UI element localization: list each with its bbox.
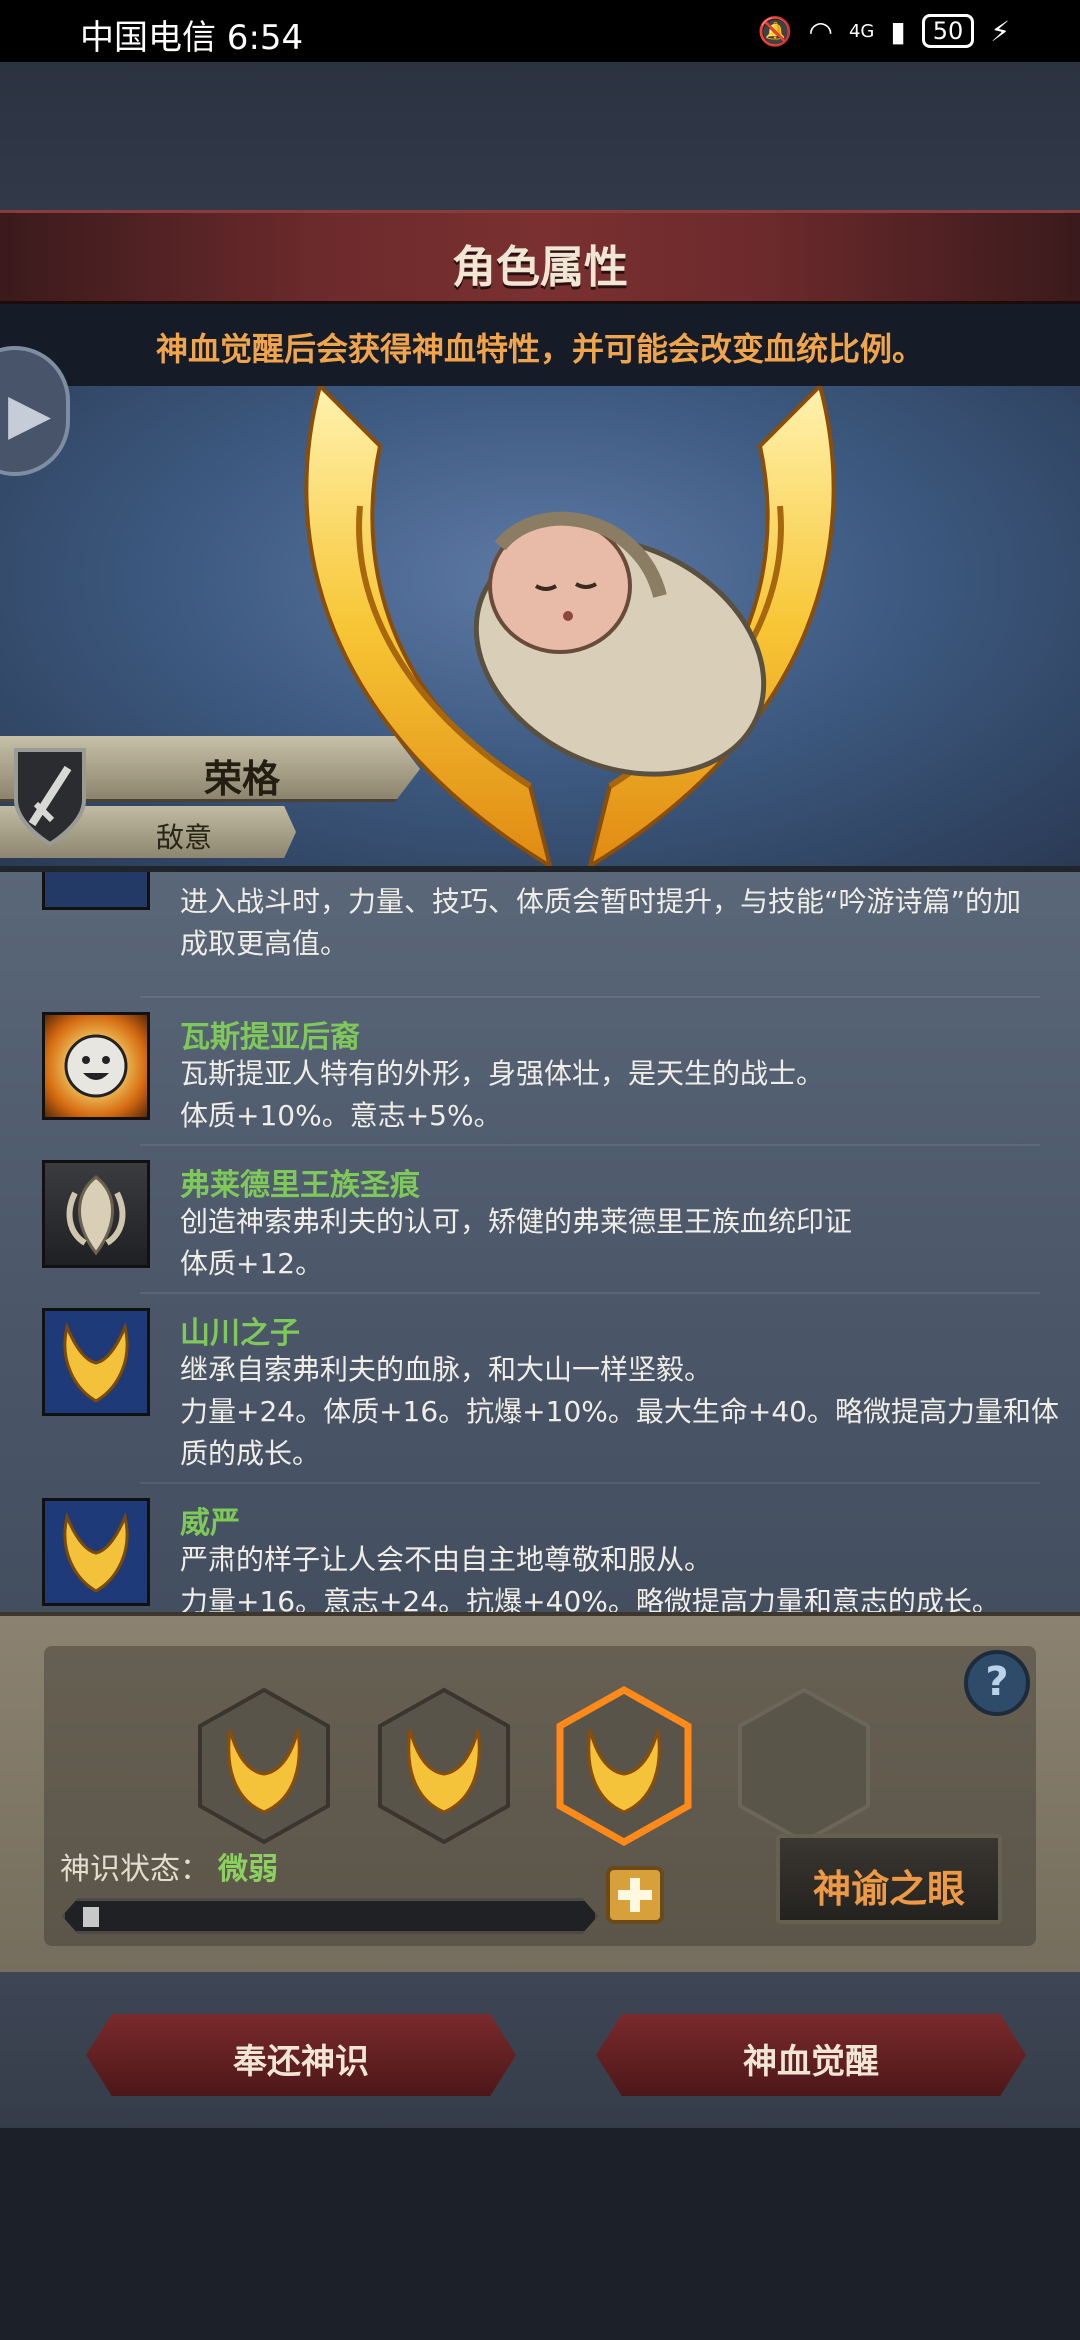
trait-description: 瓦斯提亚人特有的外形，身强体壮，是天生的战士。 (180, 1057, 825, 1090)
mute-icon: 🔕 (757, 14, 793, 48)
divider (140, 1292, 1040, 1294)
battery-indicator: 50 (921, 14, 975, 48)
trait-description: 体质+12。 (180, 1247, 324, 1280)
trait-description: 严肃的样子让人会不由自主地尊敬和服从。 (180, 1543, 713, 1576)
progress-fill (83, 1907, 99, 1927)
trait-name: 瓦斯提亚后裔 (180, 1020, 360, 1055)
carrier-time: 中国电信 6:54 (80, 18, 304, 58)
title-bar: 角色属性 (0, 210, 1080, 304)
divider (140, 996, 1040, 998)
shield-sword-icon (14, 748, 86, 847)
hint-strip: 神血觉醒后会获得神血特性，并可能会改变血统比例。 (0, 304, 1080, 386)
arrow-right-icon: ▶ (8, 382, 52, 447)
wifi-icon: ◠ (808, 14, 833, 48)
status-bar: 中国电信 6:54 🔕 ◠ 4G ▮ 50 ⚡ (0, 0, 1080, 62)
golden-crest-icon (42, 1498, 150, 1606)
divider (140, 1482, 1040, 1484)
awakening-slot-filled[interactable] (374, 1686, 514, 1846)
character-portrait (473, 511, 767, 777)
return-divinity-button[interactable]: 奉还神识 (86, 2014, 516, 2096)
blood-trait-icon (42, 872, 150, 910)
status-icons: 🔕 ◠ 4G ▮ 50 ⚡ (758, 14, 1010, 48)
trait-description: 体质+10%。意志+5%。 (180, 1099, 502, 1132)
return-divinity-label: 奉还神识 (233, 2042, 369, 2082)
state-value: 微弱 (218, 1852, 278, 1887)
trait-name: 威严 (180, 1506, 240, 1541)
divider (140, 1144, 1040, 1146)
help-button[interactable]: ? (964, 1650, 1030, 1716)
trait-description: 力量+16。意志+24。抗爆+40%。略微提高力量和意志的成长。 (180, 1585, 1000, 1612)
trait-description: 力量+24。体质+16。抗爆+10%。最大生命+40。略微提高力量和体 (180, 1395, 1059, 1428)
smile-face-icon (42, 1012, 150, 1120)
top-band (0, 62, 1080, 212)
footer-area (0, 2128, 1080, 2340)
charging-icon: ⚡ (990, 14, 1010, 48)
blood-awaken-button[interactable]: 神血觉醒 (596, 2014, 1026, 2096)
trait-description: 成取更高值。 (180, 927, 349, 960)
trait-description: 创造神索弗利夫的认可，矫健的弗莱德里王族血统印证 (180, 1205, 853, 1238)
page-title: 角色属性 (452, 242, 628, 293)
character-name: 荣格 (204, 757, 281, 801)
oracle-eye-button[interactable]: 神谕之眼 (776, 1834, 1002, 1924)
character-title: 敌意 (156, 821, 213, 854)
awakening-slot-empty[interactable] (734, 1686, 874, 1846)
awareness-progress-bar (62, 1898, 598, 1934)
trait-description: 质的成长。 (180, 1437, 321, 1470)
state-label: 神识状态： (60, 1852, 210, 1887)
add-plus-button[interactable] (606, 1866, 664, 1924)
trait-list[interactable]: 进入战斗时，力量、技巧、体质会暂时提升，与技能“吟游诗篇”的加 成取更高值。 瓦… (0, 866, 1080, 1612)
trait-name: 山川之子 (180, 1316, 300, 1351)
stigmata-icon (42, 1160, 150, 1268)
network-label: 4G (848, 20, 875, 42)
awakening-slot-filled[interactable] (194, 1686, 334, 1846)
hint-text: 神血觉醒后会获得神血特性，并可能会改变血统比例。 (155, 330, 924, 368)
oracle-eye-label: 神谕之眼 (812, 1867, 965, 1911)
bottom-action-bar: 奉还神识 神血觉醒 (0, 1972, 1080, 2128)
blood-awaken-label: 神血觉醒 (743, 2042, 879, 2082)
golden-crest-icon (42, 1308, 150, 1416)
trait-description: 进入战斗时，力量、技巧、体质会暂时提升，与技能“吟游诗篇”的加 (180, 885, 1022, 918)
signal-icon: ▮ (890, 14, 906, 48)
trait-name: 弗莱德里王族圣痕 (180, 1168, 420, 1203)
awakening-slot-selected[interactable] (554, 1686, 694, 1846)
trait-description: 继承自索弗利夫的血脉，和大山一样坚毅。 (180, 1353, 713, 1386)
